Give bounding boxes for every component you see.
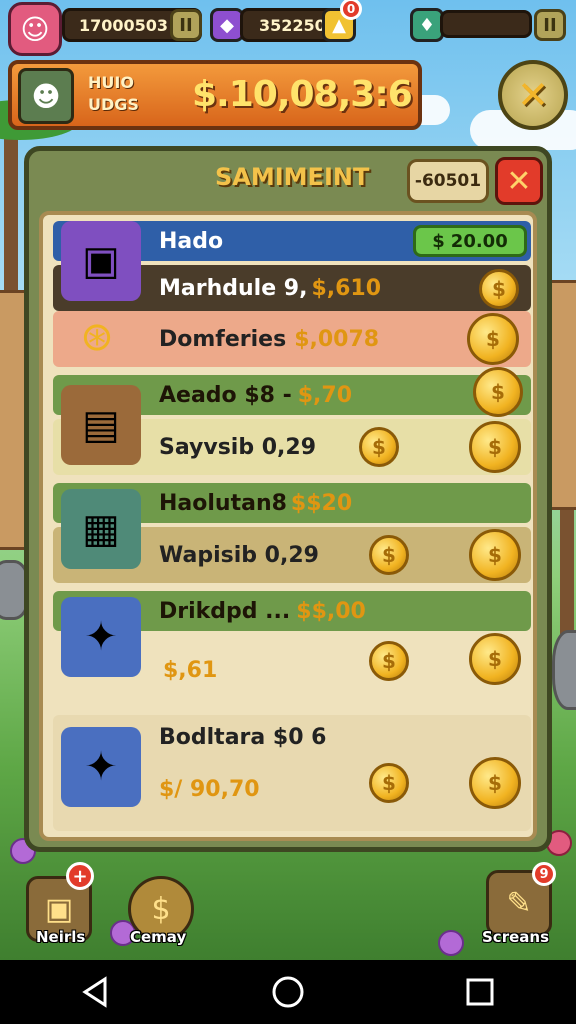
code-chip[interactable]: -60501 bbox=[407, 159, 489, 203]
screans-badge-label: 9 bbox=[539, 866, 549, 882]
list-item[interactable]: Hado $ 20.00 Marhdule 9, $,610 ▣ $ bbox=[43, 221, 533, 321]
pause2-label: II bbox=[543, 14, 557, 36]
row-title: Aeado $8 - bbox=[159, 382, 292, 408]
row-title-value: $$20 bbox=[290, 490, 353, 516]
neirls-label: Neirls bbox=[36, 928, 86, 946]
coin-icon: $ bbox=[151, 891, 171, 927]
cemay-label: Cemay bbox=[130, 928, 187, 946]
money-banner: ☻ HUIO UDGS $.10,08,3:6 bbox=[8, 60, 422, 130]
home-button[interactable] bbox=[258, 967, 318, 1017]
shop-panel: SAMIMEINT -60501 ✕ Hado $ 20.00 Marhdule… bbox=[24, 146, 552, 852]
coins-value: 17000503 bbox=[79, 15, 169, 35]
purple-gem-icon: ◆ bbox=[210, 8, 244, 42]
row-sub-value: $,610 bbox=[311, 275, 382, 301]
player-avatar[interactable]: ☺ bbox=[8, 2, 62, 56]
row-title: Bodltara $0 6 bbox=[159, 725, 327, 750]
add-badge-label: + bbox=[72, 865, 88, 887]
rock bbox=[552, 630, 576, 710]
recents-icon bbox=[466, 978, 494, 1006]
pause-label: II bbox=[179, 14, 193, 36]
list-item[interactable]: Aeado $8 - $,70 Sayvsib 0,29 ▤ $ $ $ bbox=[43, 367, 533, 479]
dollar-icon: $ bbox=[432, 230, 445, 252]
pause-button-right[interactable]: II bbox=[534, 9, 566, 41]
character-icon: ☻ bbox=[18, 68, 74, 124]
row-sub-label: Wapisib 0,29 bbox=[159, 542, 319, 568]
banner-label: HUIO UDGS bbox=[88, 73, 139, 114]
green-gem-icon: ♦ bbox=[410, 8, 444, 42]
coin-icon: $ bbox=[473, 367, 523, 417]
coin-icon: $ bbox=[369, 535, 409, 575]
scroll-icon: ✎ bbox=[506, 885, 532, 921]
panel-title: SAMIMEINT bbox=[215, 163, 370, 191]
item-list: Hado $ 20.00 Marhdule 9, $,610 ▣ $ Domfe… bbox=[39, 211, 537, 841]
magic-card-icon: ✦ bbox=[61, 597, 141, 677]
coin-icon: $ bbox=[469, 529, 521, 581]
pause-button[interactable]: II bbox=[170, 9, 202, 41]
price-value: 20.00 bbox=[450, 230, 508, 252]
flower bbox=[438, 930, 464, 956]
system-nav-bar bbox=[0, 960, 576, 1024]
coin-icon: $ bbox=[369, 763, 409, 803]
row-sub-label: Sayvsib 0,29 bbox=[159, 434, 317, 460]
energy-bar bbox=[440, 10, 532, 38]
row-title: Haolutan8 bbox=[159, 490, 287, 516]
list-item[interactable]: Drikdpd ... $$,00 $,61 ✦ $ $ bbox=[43, 591, 533, 709]
coin-icon: $ bbox=[359, 427, 399, 467]
magic-card-icon: ✦ bbox=[61, 727, 141, 807]
coin-icon: $ bbox=[469, 421, 521, 473]
row-title-value: $,70 bbox=[297, 382, 353, 408]
list-item[interactable]: Haolutan8 $$20 Wapisib 0,29 ▦ $ $ bbox=[43, 483, 533, 587]
panel-close-button[interactable]: ✕ bbox=[495, 157, 543, 205]
box-icon: ▣ bbox=[44, 891, 74, 927]
screans-badge: 9 bbox=[532, 862, 556, 886]
coin-icon: $ bbox=[469, 757, 521, 809]
coin-icon: $ bbox=[467, 313, 519, 365]
price-tag[interactable]: $ 20.00 bbox=[413, 225, 527, 257]
chest-icon: ▤ bbox=[61, 385, 141, 465]
back-icon bbox=[82, 976, 107, 1008]
coin-icon: $ bbox=[479, 269, 519, 309]
gem-badge-label: 0 bbox=[346, 2, 356, 16]
coin-stack-icon: ⊛ bbox=[80, 314, 114, 360]
treasure-chest-icon: ▣ bbox=[61, 221, 141, 301]
recents-button[interactable] bbox=[450, 967, 510, 1017]
row-title: Drikdpd ... bbox=[159, 598, 291, 624]
coin-icon: $ bbox=[369, 641, 409, 681]
list-item[interactable]: Bodltara $0 6 $/ 90,70 ✦ $ $ bbox=[43, 715, 533, 837]
row-title-value: $$,00 bbox=[296, 598, 366, 624]
screans-label: Screans bbox=[482, 928, 549, 946]
add-badge[interactable]: + bbox=[66, 862, 94, 890]
row-title: Domferies bbox=[159, 326, 287, 352]
row-sub-label: Marhdule 9, bbox=[159, 275, 308, 301]
row-title: Hado bbox=[159, 228, 224, 254]
back-button[interactable] bbox=[66, 967, 126, 1017]
row-title-value: $,0078 bbox=[294, 326, 380, 352]
list-item[interactable]: Domferies $,0078 ⊛ $ bbox=[43, 311, 533, 371]
banner-amount: $.10,08,3:6 bbox=[192, 74, 413, 115]
home-icon bbox=[272, 976, 304, 1008]
close-icon[interactable]: ✕ bbox=[498, 60, 568, 130]
gems-value: 352250 bbox=[259, 15, 326, 35]
row-sub-value: $,61 bbox=[163, 657, 218, 683]
coin-icon: $ bbox=[469, 633, 521, 685]
card-stack-icon: ▦ bbox=[61, 489, 141, 569]
